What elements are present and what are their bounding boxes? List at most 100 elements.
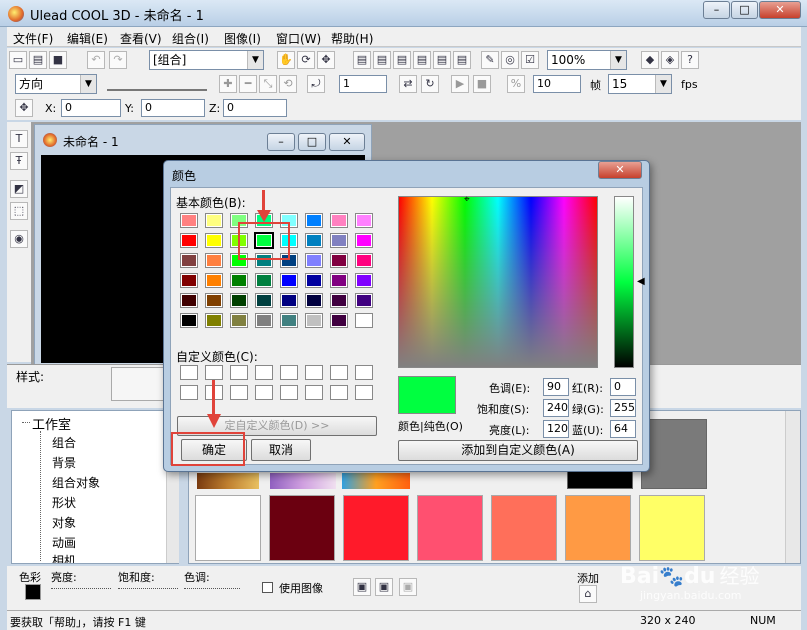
save-icon[interactable]: ■	[49, 51, 67, 69]
custom-color-swatch[interactable]	[356, 386, 372, 399]
hue-slider[interactable]	[184, 588, 240, 589]
palette-swatch[interactable]	[269, 495, 335, 561]
tool-icon-a[interactable]: ◆	[641, 51, 659, 69]
doc-minimize-button[interactable]: –	[267, 133, 295, 151]
loop-icon[interactable]: ⟲	[279, 75, 297, 93]
z-input[interactable]: 0	[223, 99, 287, 117]
move-icon[interactable]: ✥	[317, 51, 335, 69]
basic-color-swatch[interactable]	[331, 234, 347, 247]
palette-swatch[interactable]	[417, 495, 483, 561]
basic-color-swatch[interactable]	[356, 274, 372, 287]
luminance-arrow-icon[interactable]: ◀	[637, 276, 645, 287]
color-swatch-black[interactable]	[25, 584, 41, 600]
basic-color-swatch[interactable]	[356, 294, 372, 307]
stop-icon[interactable]: ■	[473, 75, 491, 93]
paint-icon[interactable]: ✎	[481, 51, 499, 69]
hand-icon[interactable]: ✋	[277, 51, 295, 69]
basic-color-swatch[interactable]	[281, 274, 297, 287]
position-icon[interactable]: ✥	[15, 99, 33, 117]
redo-icon[interactable]: ↷	[109, 51, 127, 69]
play-icon[interactable]: ▶	[451, 75, 469, 93]
tree-item[interactable]: 组合对象	[52, 474, 100, 491]
tree-item[interactable]: 形状	[52, 494, 76, 511]
blue-field[interactable]: 64	[610, 420, 636, 438]
basic-color-swatch[interactable]	[331, 294, 347, 307]
basic-color-swatch[interactable]	[206, 254, 222, 267]
basic-color-swatch[interactable]	[206, 214, 222, 227]
add-home-icon[interactable]: ⌂	[579, 585, 597, 603]
tree-item[interactable]: 相机	[52, 552, 76, 563]
custom-color-swatch[interactable]	[281, 366, 297, 379]
y-input[interactable]: 0	[141, 99, 205, 117]
new-file-icon[interactable]: ▭	[9, 51, 27, 69]
tree-item[interactable]: 对象	[52, 514, 76, 531]
palette-swatch[interactable]	[565, 495, 631, 561]
basic-color-swatch[interactable]	[356, 234, 372, 247]
custom-color-swatch[interactable]	[256, 386, 272, 399]
globe-icon[interactable]: ◎	[501, 51, 519, 69]
x-input[interactable]: 0	[61, 99, 121, 117]
menu-window[interactable]: 窗口(W)	[276, 30, 321, 47]
basic-color-swatch[interactable]	[256, 314, 272, 327]
hue-field[interactable]: 90	[543, 378, 569, 396]
palette-swatch[interactable]	[639, 495, 705, 561]
fps-combo[interactable]: 15 ▼	[608, 74, 672, 94]
group-combo[interactable]: [组合] ▼	[149, 50, 264, 70]
custom-color-swatch[interactable]	[306, 366, 322, 379]
basic-color-swatch[interactable]	[356, 254, 372, 267]
minimize-button[interactable]: –	[703, 1, 730, 19]
basic-color-swatch[interactable]	[331, 214, 347, 227]
layout-icon-6[interactable]: ▤	[453, 51, 471, 69]
palette-swatch[interactable]	[491, 495, 557, 561]
layout-icon-3[interactable]: ▤	[393, 51, 411, 69]
back-icon[interactable]: ⤾	[307, 75, 325, 93]
tree-item[interactable]: 组合	[52, 434, 76, 451]
rotate-icon[interactable]: ⟳	[297, 51, 315, 69]
menu-view[interactable]: 查看(V)	[120, 30, 162, 47]
close-button[interactable]: ✕	[759, 1, 801, 19]
palette-swatch[interactable]	[343, 495, 409, 561]
custom-color-swatch[interactable]	[356, 366, 372, 379]
use-image-checkbox[interactable]	[262, 582, 273, 593]
text-edit-icon[interactable]: Ŧ	[10, 152, 28, 170]
custom-color-swatch[interactable]	[256, 366, 272, 379]
add-to-custom-button[interactable]: 添加到自定义颜色(A)	[398, 440, 638, 461]
basic-color-swatch[interactable]	[181, 214, 197, 227]
lum-field[interactable]: 120	[543, 420, 569, 438]
menu-edit[interactable]: 编辑(E)	[67, 30, 108, 47]
image-icon-2[interactable]: ▣	[375, 578, 393, 596]
color-spectrum[interactable]	[398, 196, 598, 368]
basic-color-swatch[interactable]	[331, 254, 347, 267]
add-key-icon[interactable]: ✚	[219, 75, 237, 93]
basic-color-swatch[interactable]	[181, 314, 197, 327]
zoom-combo[interactable]: 100% ▼	[547, 50, 627, 70]
basic-color-swatch[interactable]	[281, 314, 297, 327]
basic-color-swatch[interactable]	[181, 294, 197, 307]
basic-color-swatch[interactable]	[181, 234, 197, 247]
basic-color-swatch[interactable]	[306, 254, 322, 267]
basic-color-swatch[interactable]	[306, 274, 322, 287]
spectrum-crosshair[interactable]: ⌖	[464, 195, 470, 205]
custom-color-swatch[interactable]	[331, 366, 347, 379]
basic-color-swatch[interactable]	[306, 214, 322, 227]
custom-color-swatch[interactable]	[281, 386, 297, 399]
custom-color-swatch[interactable]	[181, 386, 197, 399]
basic-color-swatch[interactable]	[231, 314, 247, 327]
menu-help[interactable]: 帮助(H)	[331, 30, 373, 47]
layout-icon-5[interactable]: ▤	[433, 51, 451, 69]
doc-maximize-button[interactable]: □	[298, 133, 326, 151]
basic-color-swatch[interactable]	[206, 294, 222, 307]
maximize-button[interactable]: □	[731, 1, 758, 19]
palette-swatch[interactable]	[641, 419, 707, 489]
sat-field[interactable]: 240	[543, 399, 569, 417]
direction-combo[interactable]: 方向 ▼	[15, 74, 97, 94]
layout-icon-1[interactable]: ▤	[353, 51, 371, 69]
basic-color-swatch[interactable]	[331, 314, 347, 327]
layout-icon-4[interactable]: ▤	[413, 51, 431, 69]
speed-input[interactable]: 10	[533, 75, 581, 93]
basic-color-swatch[interactable]	[231, 294, 247, 307]
tool-icon-b[interactable]: ◈	[661, 51, 679, 69]
select-tool-icon[interactable]: ⬚	[10, 202, 28, 220]
tree-root[interactable]: 工作室	[32, 414, 71, 433]
layout-icon-2[interactable]: ▤	[373, 51, 391, 69]
